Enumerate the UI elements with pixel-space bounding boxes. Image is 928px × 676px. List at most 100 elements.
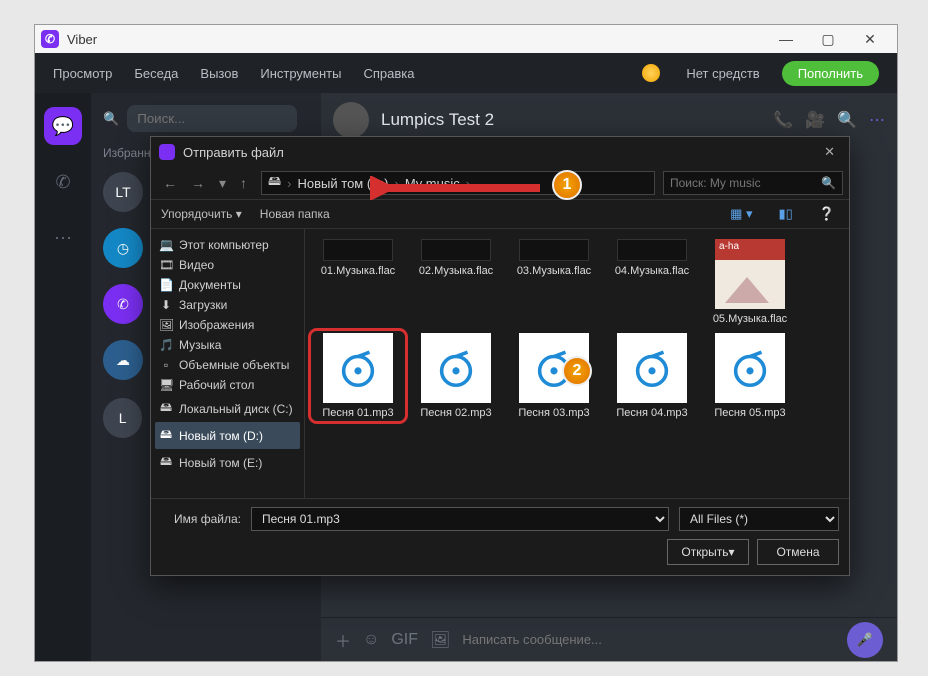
music-file-icon <box>715 333 785 403</box>
tree-node[interactable]: 📄Документы <box>155 275 300 295</box>
help-icon[interactable]: ❔ <box>815 206 839 222</box>
gif-icon[interactable]: GIF <box>391 631 418 649</box>
more-icon[interactable]: ⋯ <box>44 219 82 257</box>
tree-label: Этот компьютер <box>179 238 269 252</box>
search-input[interactable] <box>127 105 297 132</box>
nav-up-icon[interactable]: ↑ <box>234 175 253 191</box>
file-item[interactable]: 03.Музыка.flac <box>509 239 599 325</box>
sticker-icon[interactable]: ☺ <box>363 631 379 649</box>
menu-tools[interactable]: Инструменты <box>260 66 341 81</box>
album-cover-icon <box>715 239 785 309</box>
file-item[interactable]: 01.Музыка.flac <box>313 239 403 325</box>
tree-node[interactable]: 🖥Рабочий стол <box>155 375 300 395</box>
preview-pane-icon[interactable]: ▮▯ <box>775 206 797 222</box>
folder-tree[interactable]: 💻Этот компьютер🎞Видео📄Документы⬇Загрузки… <box>151 229 305 498</box>
file-label: 05.Музыка.flac <box>713 313 787 325</box>
nav-forward-icon[interactable]: → <box>185 175 211 191</box>
breadcrumb-drive[interactable]: Новый том (D:) <box>298 176 389 191</box>
tree-label: Загрузки <box>179 298 227 312</box>
avatar <box>333 102 369 138</box>
voice-call-icon[interactable]: 📞 <box>773 110 793 130</box>
dialog-title: Отправить файл <box>183 145 284 160</box>
music-file-icon <box>421 333 491 403</box>
file-item[interactable]: 05.Музыка.flac <box>705 239 795 325</box>
avatar: L <box>103 398 142 438</box>
file-label: 03.Музыка.flac <box>517 265 591 277</box>
menu-call[interactable]: Вызов <box>200 66 238 81</box>
folder-icon: 🖴 <box>159 425 173 446</box>
tree-node[interactable]: 🎞Видео <box>155 255 300 275</box>
menu-help[interactable]: Справка <box>363 66 414 81</box>
file-item[interactable]: 02.Музыка.flac <box>411 239 501 325</box>
tree-node[interactable]: 🖴Новый том (E:) <box>155 449 300 476</box>
filename-field[interactable]: Песня 01.mp3 <box>251 507 669 531</box>
view-mode-icon[interactable]: ▦ ▾ <box>726 206 756 222</box>
file-label: Песня 05.mp3 <box>714 407 785 419</box>
tree-node[interactable]: 🖴 Новый том (D:) <box>155 422 300 449</box>
nav-recent-icon[interactable]: ▾ <box>213 175 232 192</box>
open-button[interactable]: Открыть ▾ <box>667 539 749 565</box>
file-item[interactable]: Песня 03.mp3 <box>509 333 599 419</box>
tree-label: Новый том (D:) <box>179 429 263 443</box>
file-label: Песня 02.mp3 <box>420 407 491 419</box>
main-menu: Просмотр Беседа Вызов Инструменты Справк… <box>35 53 897 93</box>
dialog-title-bar: Отправить файл ✕ <box>151 137 849 167</box>
menu-view[interactable]: Просмотр <box>53 66 112 81</box>
topup-button[interactable]: Пополнить <box>782 61 879 86</box>
folder-icon: 🖼 <box>159 318 173 332</box>
tree-node[interactable]: 🎵 Музыка <box>155 335 300 355</box>
video-call-icon[interactable]: 🎥 <box>805 110 825 130</box>
dialog-search[interactable]: Поиск: My music 🔍 <box>663 171 843 195</box>
close-button[interactable]: ✕ <box>849 31 891 48</box>
file-filter[interactable]: All Files (*) <box>679 507 839 531</box>
tree-node[interactable]: 💻Этот компьютер <box>155 235 300 255</box>
chats-icon[interactable]: 💬 <box>44 107 82 145</box>
file-item[interactable]: Песня 02.mp3 <box>411 333 501 419</box>
dialog-close-icon[interactable]: ✕ <box>818 144 841 160</box>
cancel-button[interactable]: Отмена <box>757 539 839 565</box>
folder-icon: 🖴 <box>159 452 173 473</box>
file-item[interactable]: Песня 01.mp3 <box>313 333 403 419</box>
nav-back-icon[interactable]: ← <box>157 175 183 191</box>
file-thumb <box>617 239 687 261</box>
organize-button[interactable]: Упорядочить ▾ <box>161 207 242 221</box>
breadcrumb-folder[interactable]: My music <box>405 176 460 191</box>
file-label: Песня 03.mp3 <box>518 407 589 419</box>
tree-node[interactable]: ▫Объемные объекты <box>155 355 300 375</box>
file-label: 04.Музыка.flac <box>615 265 689 277</box>
chat-menu-icon[interactable]: ⋯ <box>869 110 885 130</box>
calls-icon[interactable]: ✆ <box>44 163 82 201</box>
file-item[interactable]: Песня 05.mp3 <box>705 333 795 419</box>
message-input[interactable] <box>462 632 835 647</box>
title-bar: ✆ Viber — ▢ ✕ <box>35 25 897 53</box>
composer: ＋ ☺ GIF 🖼 🎤 <box>321 617 897 661</box>
file-label: 01.Музыка.flac <box>321 265 395 277</box>
minimize-button[interactable]: — <box>765 31 807 47</box>
attach-icon[interactable]: ＋ <box>335 628 351 652</box>
file-grid[interactable]: 01.Музыка.flac 02.Музыка.flac 03.Музыка.fl… <box>305 229 849 498</box>
maximize-button[interactable]: ▢ <box>807 31 849 48</box>
file-item[interactable]: 04.Музыка.flac <box>607 239 697 325</box>
tree-label: Музыка <box>179 338 221 352</box>
address-bar[interactable]: 🖴 › Новый том (D:) › My music › <box>261 171 655 195</box>
tree-node[interactable]: 🖼Изображения <box>155 315 300 335</box>
nav-strip: 💬 ✆ ⋯ <box>35 93 91 661</box>
folder-icon: 🖴 <box>159 398 173 419</box>
app-title: Viber <box>67 32 97 47</box>
file-label: 02.Музыка.flac <box>419 265 493 277</box>
music-file-icon <box>617 333 687 403</box>
tree-node[interactable]: 🖴Локальный диск (C:) <box>155 395 300 422</box>
tree-label: Документы <box>179 278 241 292</box>
tree-node[interactable]: ⬇Загрузки <box>155 295 300 315</box>
mic-button[interactable]: 🎤 <box>847 622 883 658</box>
viber-logo-icon <box>159 144 175 160</box>
filename-label: Имя файла: <box>161 512 241 526</box>
music-file-icon <box>519 333 589 403</box>
folder-icon: 🎵 <box>159 338 173 352</box>
file-open-dialog: Отправить файл ✕ ← → ▾ ↑ 🖴 › Новый том (… <box>150 136 850 576</box>
search-chat-icon[interactable]: 🔍 <box>837 110 857 130</box>
new-folder-button[interactable]: Новая папка <box>260 207 330 221</box>
file-item[interactable]: Песня 04.mp3 <box>607 333 697 419</box>
menu-chat[interactable]: Беседа <box>134 66 178 81</box>
image-icon[interactable]: 🖼 <box>430 630 450 650</box>
